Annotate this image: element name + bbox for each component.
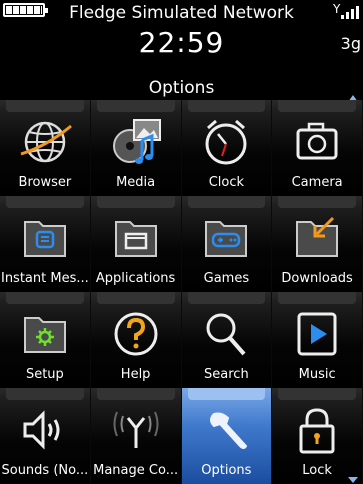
- app-tile-camera[interactable]: Camera: [272, 100, 363, 196]
- app-label: Help: [120, 367, 151, 382]
- applications-folder-icon: [108, 212, 164, 264]
- app-tile-lock[interactable]: Lock: [272, 388, 363, 484]
- status-bar: Fledge Simulated Network 22:59 Y 3g: [0, 0, 363, 68]
- app-tile-setup[interactable]: Setup: [0, 292, 91, 388]
- chat-folder-icon: [17, 212, 73, 264]
- app-tile-browser[interactable]: Browser: [0, 100, 91, 196]
- app-label: Instant Mes...: [0, 271, 89, 286]
- app-label: Setup: [25, 367, 64, 382]
- app-tile-instant-messaging[interactable]: Instant Mes...: [0, 196, 91, 292]
- app-tile-media[interactable]: Media: [90, 100, 182, 196]
- scroll-down-arrow-icon[interactable]: [348, 477, 358, 483]
- app-label: Clock: [208, 175, 245, 190]
- network-name: Fledge Simulated Network: [69, 3, 294, 23]
- app-label: Lock: [302, 463, 332, 478]
- padlock-icon: [289, 404, 345, 456]
- app-label: Games: [203, 271, 250, 286]
- app-label: Sounds (No...: [1, 463, 89, 478]
- screen-title: Options: [148, 78, 215, 98]
- magnifier-icon: [198, 308, 254, 360]
- app-label: Music: [298, 367, 336, 382]
- app-label: Media: [116, 175, 156, 190]
- app-label: Browser: [18, 175, 72, 190]
- app-tile-downloads[interactable]: Downloads: [272, 196, 363, 292]
- camera-icon: [289, 116, 345, 168]
- app-tile-sounds[interactable]: Sounds (No...: [0, 388, 91, 484]
- status-time: 22:59: [138, 26, 225, 59]
- help-icon: [108, 308, 164, 360]
- media-icon: [108, 116, 164, 168]
- signal-strength-icon: Y: [333, 3, 359, 19]
- app-tile-help[interactable]: Help: [90, 292, 182, 388]
- globe-icon: [17, 116, 73, 168]
- alarm-clock-icon: [198, 116, 254, 168]
- gamepad-folder-icon: [198, 212, 254, 264]
- app-label: Search: [204, 367, 249, 382]
- app-label: Camera: [291, 175, 343, 190]
- app-label: Manage Co...: [93, 463, 179, 478]
- app-tile-clock[interactable]: Clock: [181, 100, 273, 196]
- play-icon: [289, 308, 345, 360]
- setup-folder-icon: [17, 308, 73, 360]
- app-label: Applications: [95, 271, 176, 286]
- speaker-icon: [17, 404, 73, 456]
- downloads-folder-icon: [289, 212, 345, 264]
- app-tile-games[interactable]: Games: [181, 196, 273, 292]
- antenna-icon: [108, 404, 164, 456]
- app-tile-manage-connections[interactable]: Manage Co...: [90, 388, 182, 484]
- app-tile-search[interactable]: Search: [181, 292, 273, 388]
- app-label: Options: [201, 463, 252, 478]
- app-tile-options[interactable]: Options: [181, 388, 273, 484]
- app-label: Downloads: [281, 271, 353, 286]
- app-tile-applications[interactable]: Applications: [90, 196, 182, 292]
- network-type: 3g: [340, 34, 361, 53]
- app-tile-music[interactable]: Music: [272, 292, 363, 388]
- app-grid: Browser Media Clock Camera Instant Mes..…: [0, 100, 363, 484]
- wrench-icon: [198, 404, 254, 456]
